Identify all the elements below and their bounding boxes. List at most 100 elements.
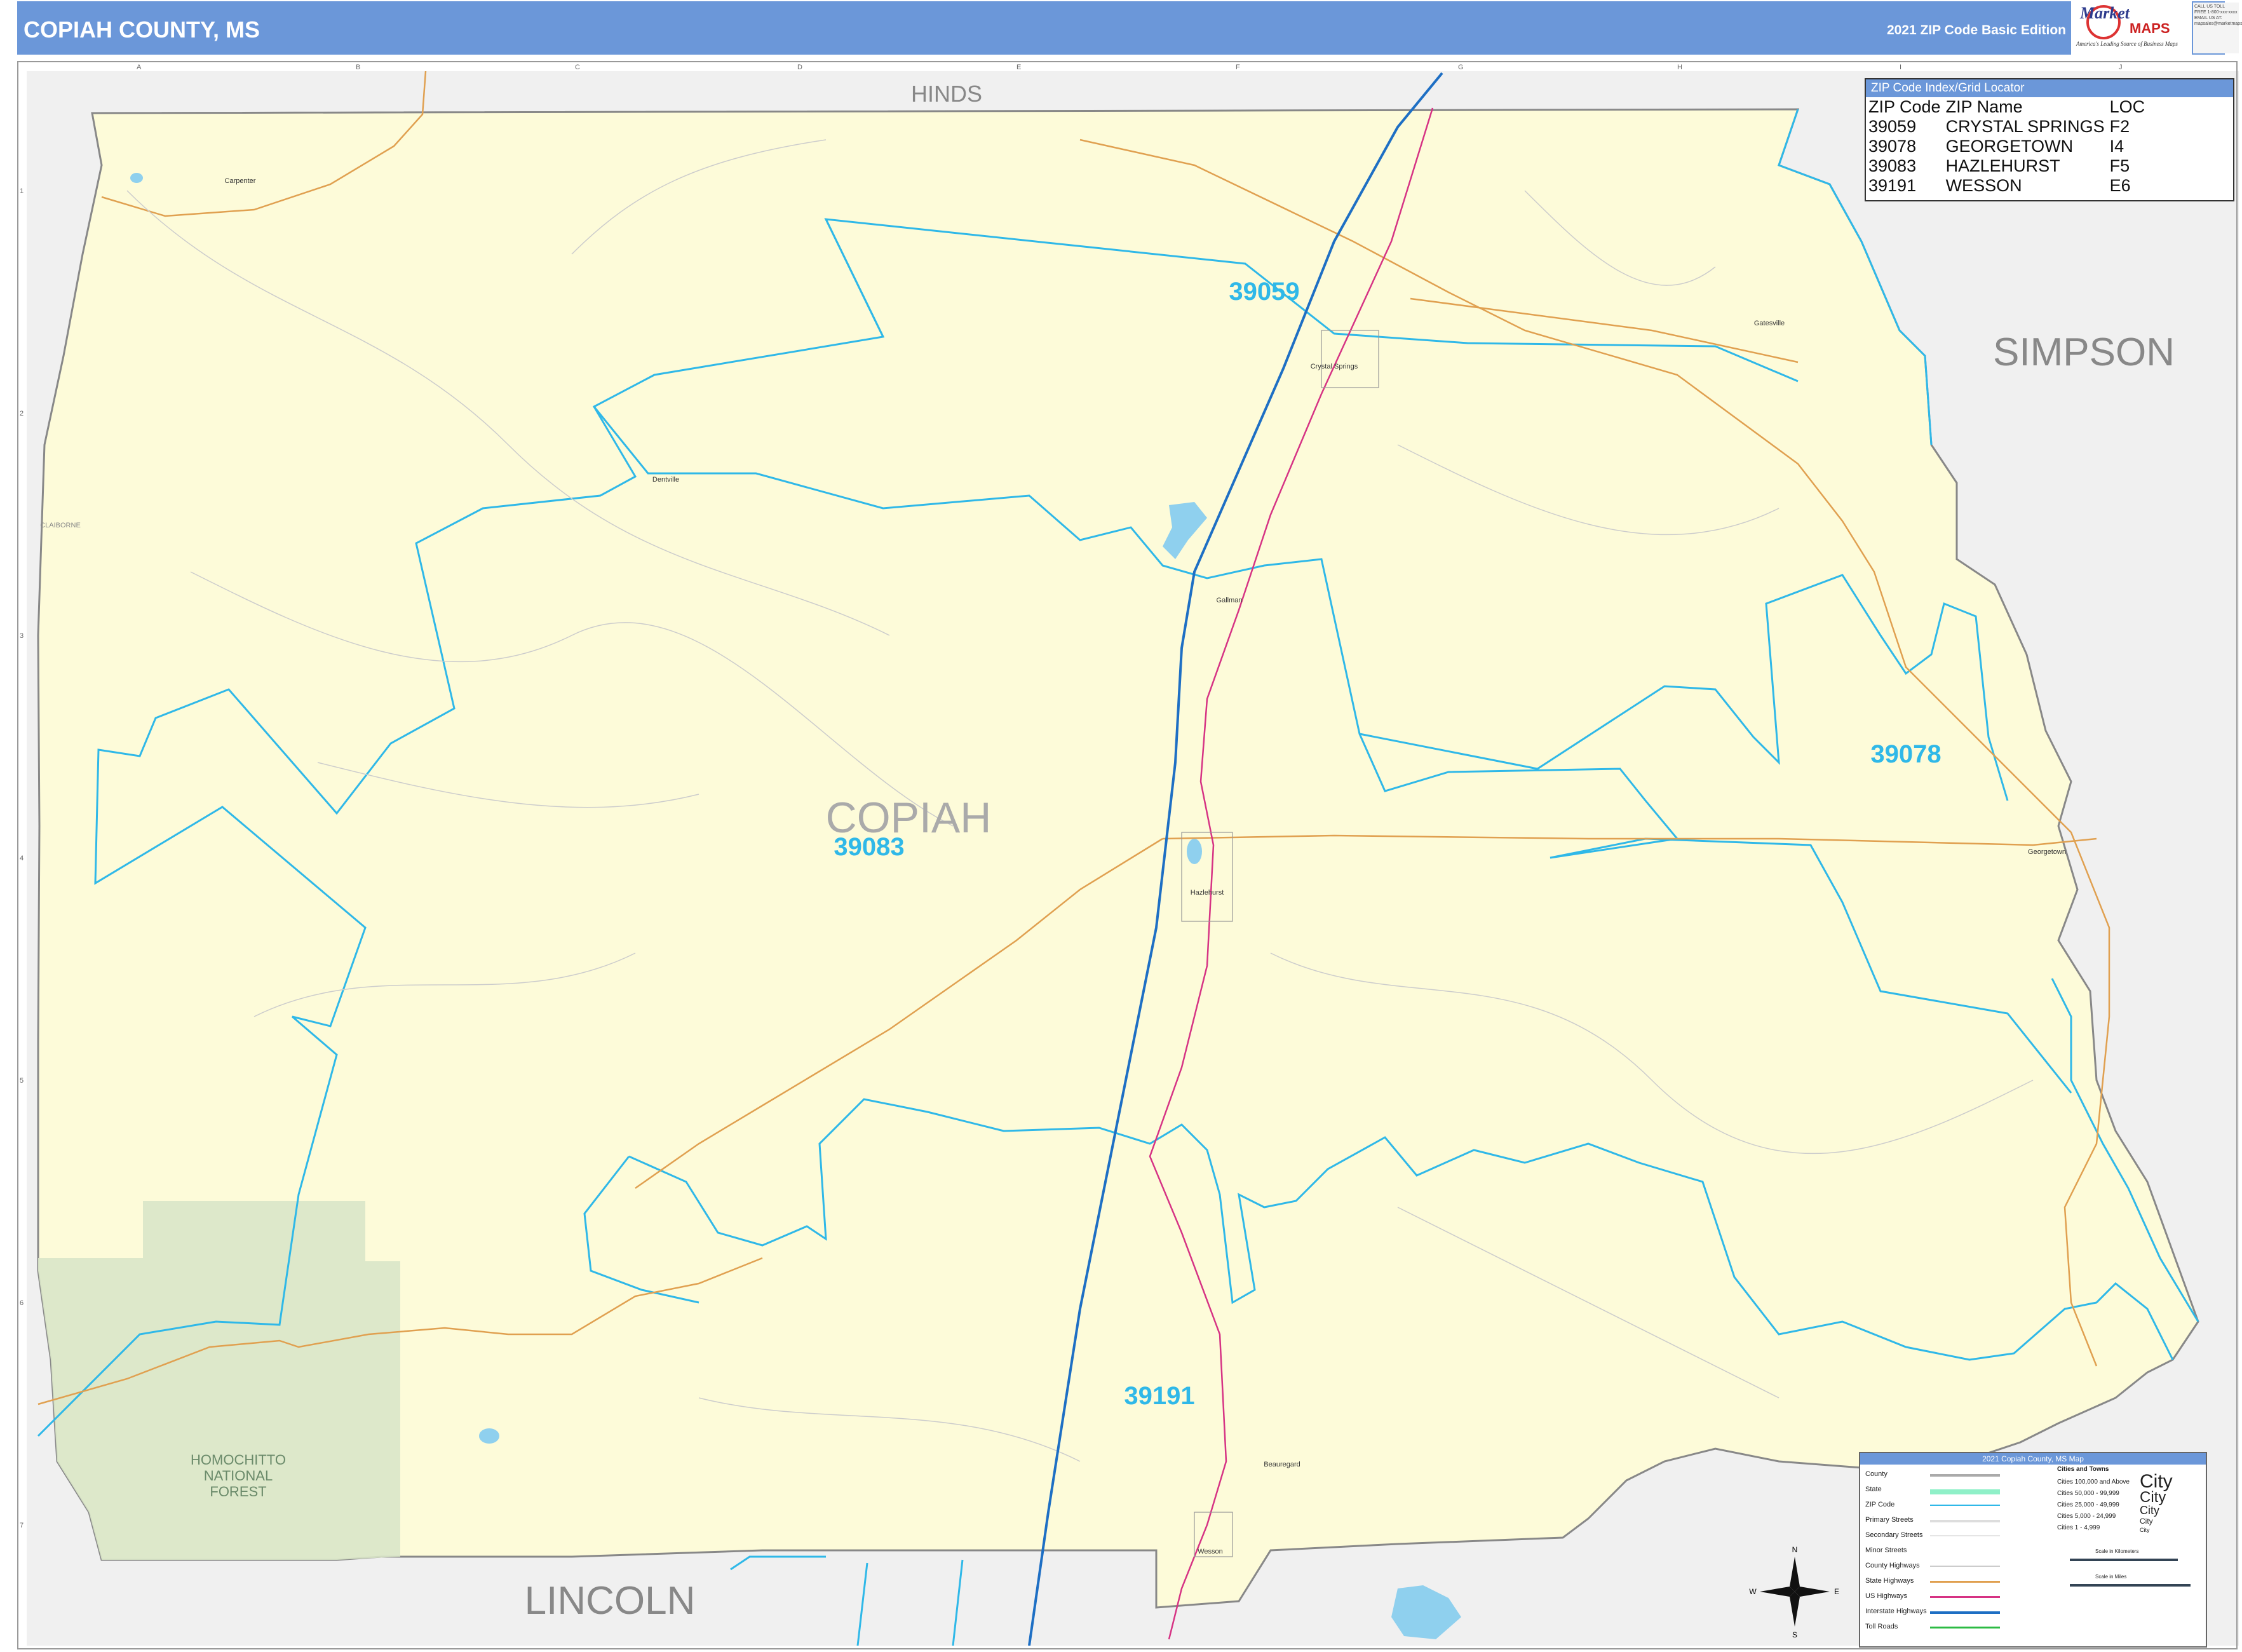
legend-swatch-county [1930,1474,2000,1477]
place-hazlehurst: Hazlehurst [1191,889,1224,897]
table-row: 39059 CRYSTAL SPRINGS F2 [1868,117,2150,137]
place-carpenter: Carpenter [225,177,256,185]
legend-scale-bar-km [2070,1559,2178,1561]
forest-label-line3: FOREST [210,1484,266,1500]
zip-name-cell: GEORGETOWN [1945,137,2074,156]
svg-text:S: S [1792,1630,1797,1639]
compass-rose-icon: N S E W [1749,1545,1839,1639]
zip-name-cell: HAZLEHURST [1945,156,2060,175]
forest-label-line1: HOMOCHITTO [191,1452,286,1468]
table-row: 39078 GEORGETOWN I4 [1868,137,2150,156]
place-wesson: Wesson [1198,1548,1223,1555]
logo-tagline: America's Leading Source of Business Map… [2076,41,2178,47]
grid-row-1: 1 [20,187,24,195]
legend-item-county-hwy: County Highways [1865,1562,1920,1569]
legend-title: 2021 Copiah County, MS Map [1860,1453,2206,1465]
legend-item-secondary: Secondary Streets [1865,1531,1923,1539]
place-crystal-springs: Crystal Springs [1311,363,1358,370]
zip-cell: 39059 [1868,117,1917,136]
legend-item-state: State [1865,1486,1882,1493]
table-row: 39191 WESSON E6 [1868,176,2150,196]
table-row: 39083 HAZLEHURST F5 [1868,156,2150,176]
zip-name-cell: CRYSTAL SPRINGS [1945,117,2105,136]
legend-scale-mi: Scale in Miles [2095,1574,2127,1580]
legend-city-class-1: Cities 100,000 and Above [2057,1479,2130,1486]
legend-city-sample-4: City [2140,1517,2153,1526]
svg-text:E: E [1834,1587,1839,1596]
legend-swatch-us-hwy [1930,1596,2000,1598]
legend-city-sample-5: City [2140,1527,2150,1533]
loc-col-header: LOC [2109,97,2145,116]
legend-item-primary: Primary Streets [1865,1516,1914,1524]
grid-col-c: C [575,64,580,71]
grid-row-5: 5 [20,1077,24,1085]
loc-cell: E6 [2109,176,2131,195]
grid-col-g: G [1458,64,1464,71]
legend-swatch-zip [1930,1505,2000,1506]
grid-col-a: A [137,64,142,71]
legend-item-toll: Toll Roads [1865,1623,1898,1630]
legend-item-state-hwy: State Highways [1865,1577,1914,1585]
name-col-header: ZIP Name [1945,97,2023,116]
zip-index-table: ZIP Code Index/Grid Locator ZIP Code ZIP… [1865,78,2234,201]
header-bar: COPIAH COUNTY, MS 2021 ZIP Code Basic Ed… [17,1,2225,55]
legend-swatch-county-hwy [1930,1566,2000,1567]
zip-name-cell: WESSON [1945,176,2022,195]
legend-cities-title: Cities and Towns [2057,1466,2109,1473]
grid-row-3: 3 [20,632,24,640]
legend-scale-km: Scale in Kilometers [2095,1548,2139,1554]
loc-cell: F2 [2109,117,2130,136]
logo-word1: Market [2080,4,2130,22]
legend-swatch-state [1930,1489,2000,1494]
contact-info: CALL US TOLL FREE 1-800-xxx-xxxx EMAIL U… [2193,3,2242,53]
legend-city-class-4: Cities 5,000 - 24,999 [2057,1513,2116,1520]
edition-label: 2021 ZIP Code Basic Edition [1886,23,2066,37]
map-area[interactable]: HINDS SIMPSON LINCOLN CLAIBORNE COPIAH 3… [27,71,2239,1646]
logo-word2: MAPS [2130,20,2170,36]
legend-city-sample-3: City [2140,1504,2159,1517]
legend-swatch-state-hwy [1930,1581,2000,1583]
place-dentville: Dentville [652,476,679,484]
grid-row-7: 7 [20,1522,24,1529]
legend-item-county: County [1865,1470,1887,1478]
place-gatesville: Gatesville [1754,320,1785,327]
zip-cell: 39191 [1868,176,1917,195]
forest-label-line2: NATIONAL [204,1468,273,1484]
county-label-north: HINDS [911,81,982,107]
legend-swatch-secondary [1930,1535,2000,1536]
legend-item-interstate: Interstate Highways [1865,1608,1927,1615]
svg-text:N: N [1792,1545,1798,1554]
legend-swatch-interstate [1930,1611,2000,1614]
loc-cell: I4 [2109,137,2124,156]
map-legend: 2021 Copiah County, MS Map County State … [1859,1452,2207,1648]
grid-col-b: B [356,64,361,71]
county-label-west: CLAIBORNE [40,522,81,529]
legend-city-class-3: Cities 25,000 - 49,999 [2057,1501,2119,1508]
legend-city-class-5: Cities 1 - 4,999 [2057,1524,2100,1531]
zip-label-39191: 39191 [1124,1382,1194,1410]
market-maps-logo[interactable]: Market MAPS America's Leading Source of … [2071,1,2192,55]
grid-row-2: 2 [20,410,24,417]
place-gallman: Gallman [1217,597,1243,604]
legend-item-us-hwy: US Highways [1865,1592,1908,1600]
grid-col-h: H [1677,64,1682,71]
svg-text:W: W [1749,1587,1757,1596]
zip-index-title: ZIP Code Index/Grid Locator [1866,79,2233,97]
grid-col-d: D [797,64,802,71]
zip-cell: 39083 [1868,156,1917,175]
zip-col-header: ZIP Code [1868,97,1941,116]
zip-label-39083: 39083 [834,833,904,861]
grid-col-e: E [1016,64,1022,71]
legend-item-zip: ZIP Code [1865,1501,1895,1508]
county-label-south: LINCOLN [525,1579,696,1623]
place-beauregard: Beauregard [1264,1461,1300,1468]
county-label-east: SIMPSON [1993,330,2175,374]
zip-index-header-row: ZIP Code ZIP Name LOC [1868,97,2150,117]
zip-cell: 39078 [1868,137,1917,156]
legend-city-class-2: Cities 50,000 - 99,999 [2057,1490,2119,1497]
map-title: COPIAH COUNTY, MS [24,17,260,43]
legend-swatch-toll [1930,1627,2000,1628]
grid-row-4: 4 [20,855,24,862]
grid-col-i: I [1900,64,1902,71]
grid-col-f: F [1236,64,1240,71]
